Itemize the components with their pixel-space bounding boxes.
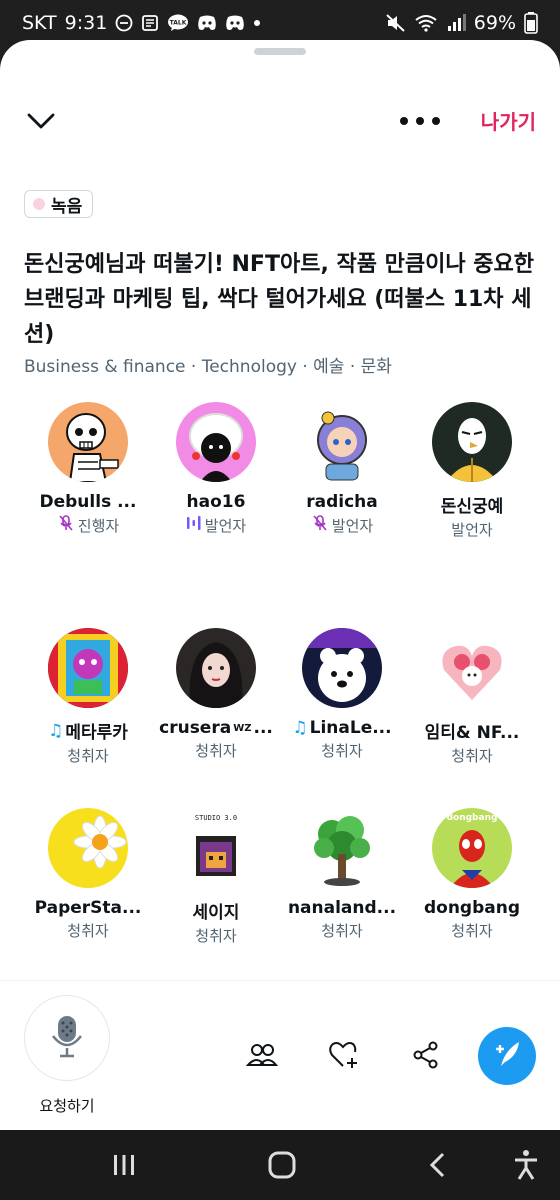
participant-role: 청취자 — [195, 927, 237, 945]
music-note-icon: ♫ — [292, 718, 308, 738]
participant-role: 진행자 — [18, 514, 158, 536]
participant-name: PaperSta... — [34, 898, 142, 918]
music-note-icon: ♫ — [48, 720, 64, 741]
participant-paperstar[interactable]: PaperSta... 청취자 — [18, 808, 158, 941]
clock: 9:31 — [64, 12, 108, 34]
mic-muted-icon — [57, 514, 75, 536]
participant-linale[interactable]: ♫ LinaLe... 청취자 — [272, 628, 412, 761]
space-title: 돈신궁예님과 떠불기! NFT아트, 작품 만큼이나 중요한 브랜딩과 마케팅 … — [24, 252, 534, 347]
participant-name: hao16 — [186, 492, 246, 512]
avatar — [176, 628, 256, 708]
more-options-icon[interactable] — [400, 106, 440, 136]
discord-icon — [225, 15, 245, 31]
avatar — [432, 402, 512, 482]
avatar — [302, 628, 382, 708]
space-topics: Business & finance · Technology · 예술 · 문… — [24, 357, 392, 377]
dot-icon — [253, 19, 261, 27]
participant-imti[interactable]: 임티& NF... 청취자 — [402, 628, 542, 766]
participant-name: ♫ LinaLe... — [292, 718, 392, 738]
back-icon[interactable] — [420, 1148, 456, 1182]
dongbang-label: dongbang — [447, 813, 498, 823]
participant-role: 청취자 — [67, 922, 109, 940]
react-heart-icon[interactable] — [326, 1037, 362, 1073]
participant-hao16[interactable]: hao16 발언자 — [146, 402, 286, 536]
carrier: SKT — [22, 12, 57, 34]
compose-tweet-button[interactable] — [478, 1027, 536, 1085]
avatar — [302, 402, 382, 482]
participant-metaruka[interactable]: ♫ 메타루카 청취자 — [18, 628, 158, 766]
news-icon — [141, 14, 159, 32]
participant-role: 청취자 — [321, 922, 363, 940]
leave-button[interactable]: 나가기 — [481, 106, 536, 135]
recording-label: 녹음 — [51, 196, 83, 217]
signal-icon — [446, 14, 466, 32]
system-nav-bar — [0, 1130, 560, 1200]
participant-role: 발언자 — [451, 521, 493, 539]
talk-icon: TALK — [167, 14, 189, 32]
participant-name: 돈신궁예 — [440, 497, 504, 517]
battery-percent: 69% — [473, 12, 516, 34]
avatar — [48, 628, 128, 708]
request-mic-button[interactable] — [24, 995, 110, 1081]
avatar: STUDIO 3.0 — [176, 808, 256, 888]
chevron-down-icon[interactable] — [24, 104, 58, 138]
participant-role: 발언자 — [272, 514, 412, 536]
avatar — [48, 402, 128, 482]
participant-radicha[interactable]: radicha 발언자 — [272, 402, 412, 536]
participant-role: 청취자 — [67, 747, 109, 765]
discord-icon — [197, 15, 217, 31]
participant-role: 청취자 — [451, 922, 493, 940]
participant-name: Debulls ... — [39, 492, 137, 512]
participant-dongbang[interactable]: dongbang dongbang 청취자 — [402, 808, 542, 941]
microphone-icon — [50, 1014, 84, 1062]
dnd-icon — [115, 14, 133, 32]
participant-crusera[interactable]: crusera WZ... 청취자 — [146, 628, 286, 761]
mute-icon — [386, 14, 406, 32]
drag-handle[interactable] — [254, 48, 306, 55]
speaking-bars-icon — [186, 514, 202, 536]
action-bar: 요청하기 — [0, 980, 560, 1130]
battery-icon — [524, 12, 538, 34]
participant-name: crusera WZ... — [159, 718, 273, 738]
participant-role: 청취자 — [195, 742, 237, 760]
accessibility-icon[interactable] — [508, 1148, 544, 1182]
wifi-icon — [414, 14, 438, 32]
avatar: dongbang — [432, 808, 512, 888]
studio-label: STUDIO 3.0 — [195, 814, 237, 822]
avatar — [48, 808, 128, 888]
recording-badge: 녹음 — [24, 190, 94, 218]
participant-name: ♫ 메타루카 — [48, 720, 128, 744]
participant-role: 청취자 — [451, 747, 493, 765]
recent-apps-icon[interactable] — [106, 1148, 142, 1182]
participant-debulls[interactable]: Debulls ... 진행자 — [18, 402, 158, 536]
sheet-header: 나가기 — [0, 98, 560, 142]
participant-nanaland[interactable]: nanaland... 청취자 — [272, 808, 412, 941]
space-sheet: 나가기 녹음 돈신궁예님과 떠불기! NFT아트, 작품 만큼이나 중요한 브랜… — [0, 40, 560, 1130]
participant-name: 세이지 — [192, 903, 240, 923]
recording-dot-icon — [33, 198, 45, 210]
participant-role: 청취자 — [321, 742, 363, 760]
participants-icon[interactable] — [244, 1037, 280, 1073]
request-label: 요청하기 — [39, 1097, 95, 1115]
participant-name: 임티& NF... — [424, 723, 520, 743]
feather-plus-icon — [491, 1038, 523, 1074]
talk-icon-label: TALK — [170, 20, 187, 27]
share-icon[interactable] — [408, 1037, 444, 1073]
avatar — [302, 808, 382, 888]
mic-muted-icon — [311, 514, 329, 536]
participant-name: nanaland... — [287, 898, 397, 918]
avatar — [176, 402, 256, 482]
home-icon[interactable] — [264, 1148, 300, 1182]
participant-role: 발언자 — [146, 514, 286, 536]
participant-sage[interactable]: STUDIO 3.0 세이지 청취자 — [146, 808, 286, 946]
participant-donsingungye[interactable]: 돈신궁예 발언자 — [402, 402, 542, 540]
participant-name: radicha — [306, 492, 378, 512]
avatar — [432, 628, 512, 708]
participant-name: dongbang — [423, 898, 521, 918]
